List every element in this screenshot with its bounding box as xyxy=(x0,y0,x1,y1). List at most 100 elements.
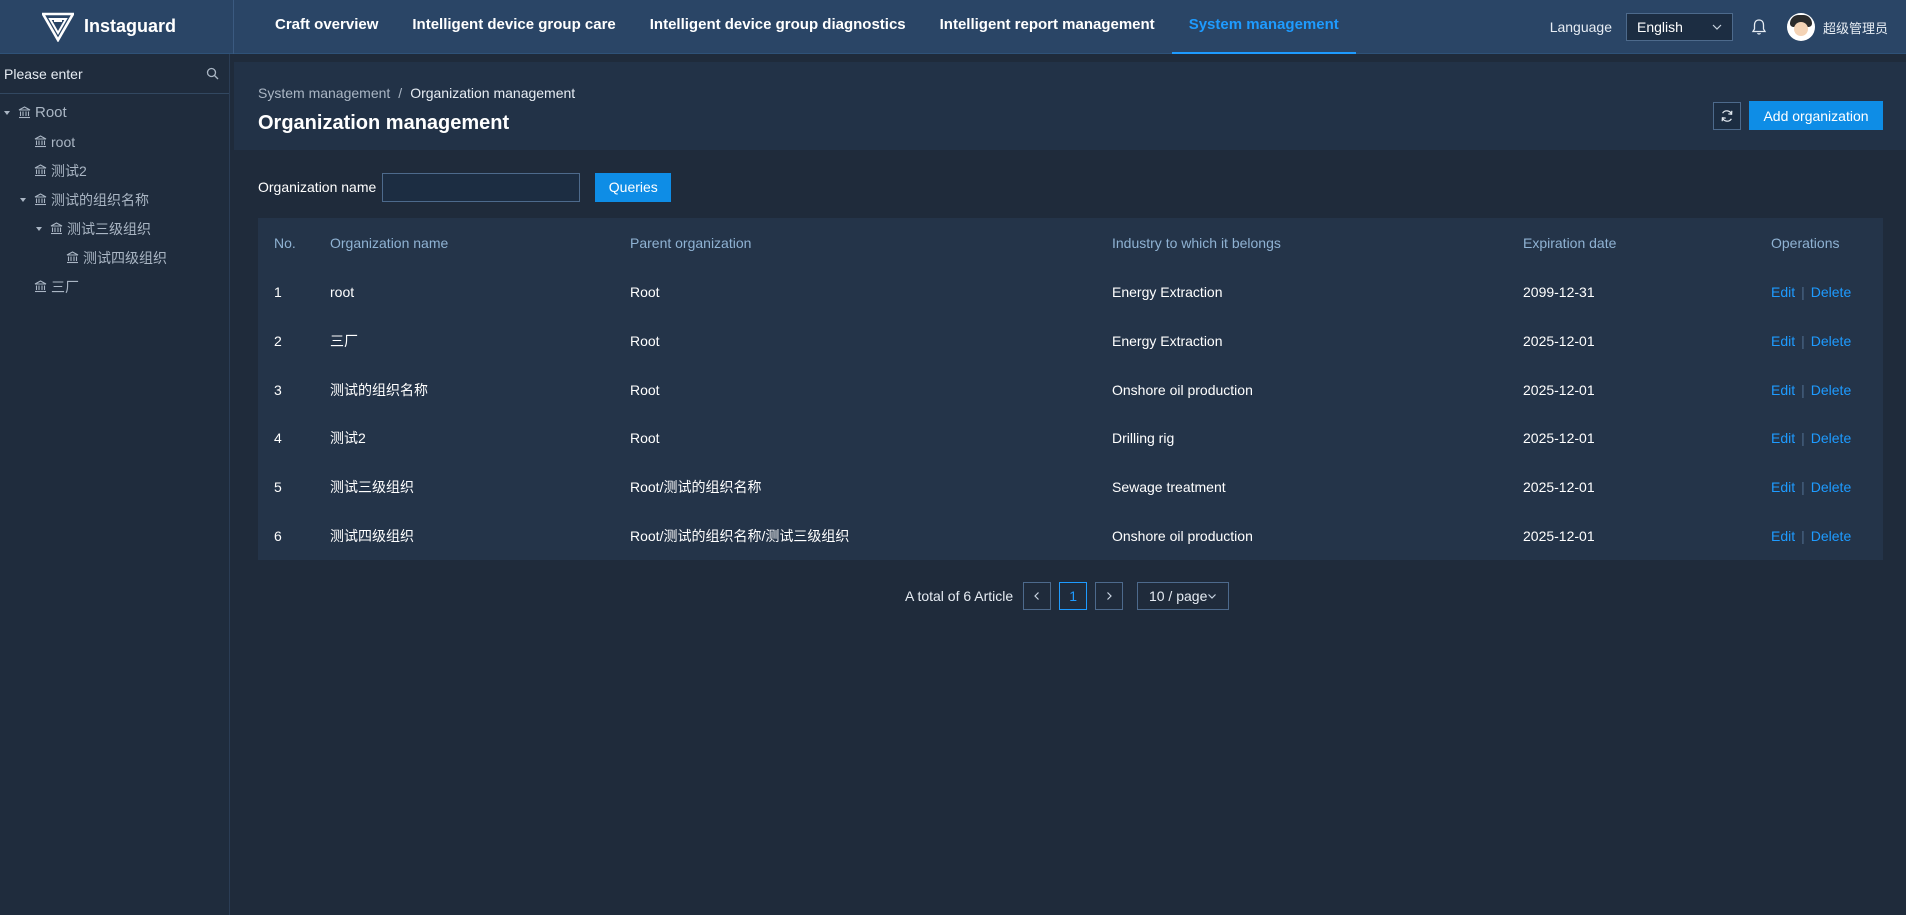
tree-node[interactable]: 测试的组织名称 xyxy=(0,185,229,214)
edit-link[interactable]: Edit xyxy=(1771,479,1795,495)
edit-link[interactable]: Edit xyxy=(1771,528,1795,544)
language-value: English xyxy=(1636,19,1683,35)
cell-operations: Edit | Delete xyxy=(1771,268,1883,317)
chevron-left-icon xyxy=(1034,592,1040,600)
username[interactable]: 超级管理员 xyxy=(1823,18,1888,37)
delete-link[interactable]: Delete xyxy=(1811,333,1851,349)
top-right-controls: Language English 超级管理员 xyxy=(1550,0,1906,54)
caret-down-icon[interactable] xyxy=(18,195,28,205)
table-header-row: No. Organization name Parent organizatio… xyxy=(258,218,1883,268)
query-button[interactable]: Queries xyxy=(595,172,672,202)
next-page-button[interactable] xyxy=(1095,582,1124,610)
edit-link[interactable]: Edit xyxy=(1771,382,1795,398)
institution-icon xyxy=(18,106,31,119)
tree-node[interactable]: Root xyxy=(0,98,229,127)
edit-link[interactable]: Edit xyxy=(1771,284,1795,300)
delete-link[interactable]: Delete xyxy=(1811,479,1851,495)
tree-node-label: root xyxy=(51,133,76,150)
organization-name-input[interactable] xyxy=(382,172,581,202)
tree-node-label: 三厂 xyxy=(51,278,79,295)
search-icon[interactable] xyxy=(206,67,219,80)
cell-organization-name: 测试四级组织 xyxy=(330,527,414,544)
avatar[interactable] xyxy=(1786,13,1815,41)
page-size-select[interactable]: 10 / page xyxy=(1137,582,1230,610)
breadcrumb-separator: / xyxy=(398,85,403,101)
caret-down-icon[interactable] xyxy=(2,108,12,118)
chevron-down-icon xyxy=(1712,24,1722,30)
cell-parent-organization: Root xyxy=(630,333,660,350)
nav-item-0[interactable]: Craft overview xyxy=(258,0,395,54)
organization-tree: Root root 测试2 测试的组织名称测试三级组织测试四级组织 三厂 xyxy=(0,94,229,301)
caret-down-icon[interactable] xyxy=(34,224,44,234)
cell-industry: Drilling rig xyxy=(1112,430,1175,447)
tree-node[interactable]: 测试三级组织 xyxy=(0,214,229,243)
column-header-organization-name: Organization name xyxy=(330,235,449,251)
tree-search-box xyxy=(0,54,229,94)
chevron-down-icon xyxy=(1208,594,1217,599)
brand[interactable]: Instaguard xyxy=(0,0,234,54)
institution-icon xyxy=(34,135,47,148)
tree-node[interactable]: 测试2 xyxy=(0,156,229,185)
column-header-parent-organization: Parent organization xyxy=(630,235,752,251)
cell-parent-organization: Root xyxy=(630,430,660,447)
organization-tree-sidebar: Root root 测试2 测试的组织名称测试三级组织测试四级组织三厂 xyxy=(0,54,230,915)
cell-organization-name: 测试三级组织 xyxy=(330,479,414,496)
delete-link[interactable]: Delete xyxy=(1811,284,1851,300)
column-header-operations: Operations xyxy=(1771,235,1840,251)
page-button-current[interactable]: 1 xyxy=(1059,582,1088,610)
nav-item-1[interactable]: Intelligent device group care xyxy=(395,0,632,54)
table-row: 6 测试四级组织 Root/测试的组织名称/测试三级组织 Onshore oil pr… xyxy=(258,511,1883,560)
tree-node-label: 测试2 xyxy=(51,162,87,179)
tree-search-input[interactable] xyxy=(4,65,194,82)
nav-item-3[interactable]: Intelligent report management xyxy=(923,0,1172,54)
main-nav: Craft overview Intelligent device group c… xyxy=(258,0,1356,54)
institution-icon xyxy=(34,280,47,293)
cell-parent-organization: Root xyxy=(630,381,660,398)
breadcrumb-item-system-management[interactable]: System management xyxy=(258,85,390,101)
add-organization-button[interactable]: Add organization xyxy=(1749,101,1883,130)
instaguard-logo-icon xyxy=(42,12,74,42)
cell-no: 6 xyxy=(274,527,282,544)
table-row: 3 测试的组织名称 Root Onshore oil production 2025-1… xyxy=(258,365,1883,414)
language-select[interactable]: English xyxy=(1625,13,1733,41)
operation-separator: | xyxy=(1801,479,1805,496)
notification-bell-icon[interactable] xyxy=(1751,18,1767,36)
operation-separator: | xyxy=(1801,527,1805,544)
tree-node[interactable]: root xyxy=(0,127,229,156)
tree-node-label: 测试三级组织 xyxy=(67,220,151,237)
breadcrumb-item-current: Organization management xyxy=(410,85,576,101)
organization-table: No. Organization name Parent organizatio… xyxy=(258,218,1883,560)
edit-link[interactable]: Edit xyxy=(1771,333,1795,349)
prev-page-button[interactable] xyxy=(1023,582,1052,610)
cell-industry: Onshore oil production xyxy=(1112,527,1253,544)
delete-link[interactable]: Delete xyxy=(1811,528,1851,544)
cell-expiration-date: 2025-12-01 xyxy=(1523,527,1595,544)
tree-node-label: 测试的组织名称 xyxy=(51,191,149,208)
delete-link[interactable]: Delete xyxy=(1811,382,1851,398)
table-row: 2 三厂 Root Energy Extraction 2025-12-01 Edit | D… xyxy=(258,317,1883,366)
cell-operations: Edit | Delete xyxy=(1771,414,1883,463)
cell-operations: Edit | Delete xyxy=(1771,463,1883,512)
refresh-button[interactable] xyxy=(1713,102,1741,130)
operation-separator: | xyxy=(1801,284,1805,301)
page-title: Organization management xyxy=(258,112,510,134)
page-header: System management / Organization managem… xyxy=(234,62,1906,150)
cell-organization-name: 测试2 xyxy=(330,430,366,447)
institution-icon xyxy=(34,164,47,177)
tree-node[interactable]: 三厂 xyxy=(0,272,229,301)
cell-no: 1 xyxy=(274,284,282,301)
language-label: Language xyxy=(1549,19,1612,35)
total-count: A total of 6 Article xyxy=(905,588,1014,604)
main-content: System management / Organization managem… xyxy=(234,54,1906,915)
nav-item-4[interactable]: System management xyxy=(1171,0,1356,54)
tree-node[interactable]: 测试四级组织 xyxy=(0,243,229,272)
cell-parent-organization: Root xyxy=(630,284,660,301)
nav-item-2[interactable]: Intelligent device group diagnostics xyxy=(633,0,923,54)
table-row: 4 测试2 Root Drilling rig 2025-12-01 Edit | Delet… xyxy=(258,414,1883,463)
tree-node-label: 测试四级组织 xyxy=(83,249,167,266)
column-header-no: No. xyxy=(274,235,296,251)
institution-icon xyxy=(34,193,47,206)
operation-separator: | xyxy=(1801,430,1805,447)
delete-link[interactable]: Delete xyxy=(1811,430,1851,446)
edit-link[interactable]: Edit xyxy=(1771,430,1795,446)
